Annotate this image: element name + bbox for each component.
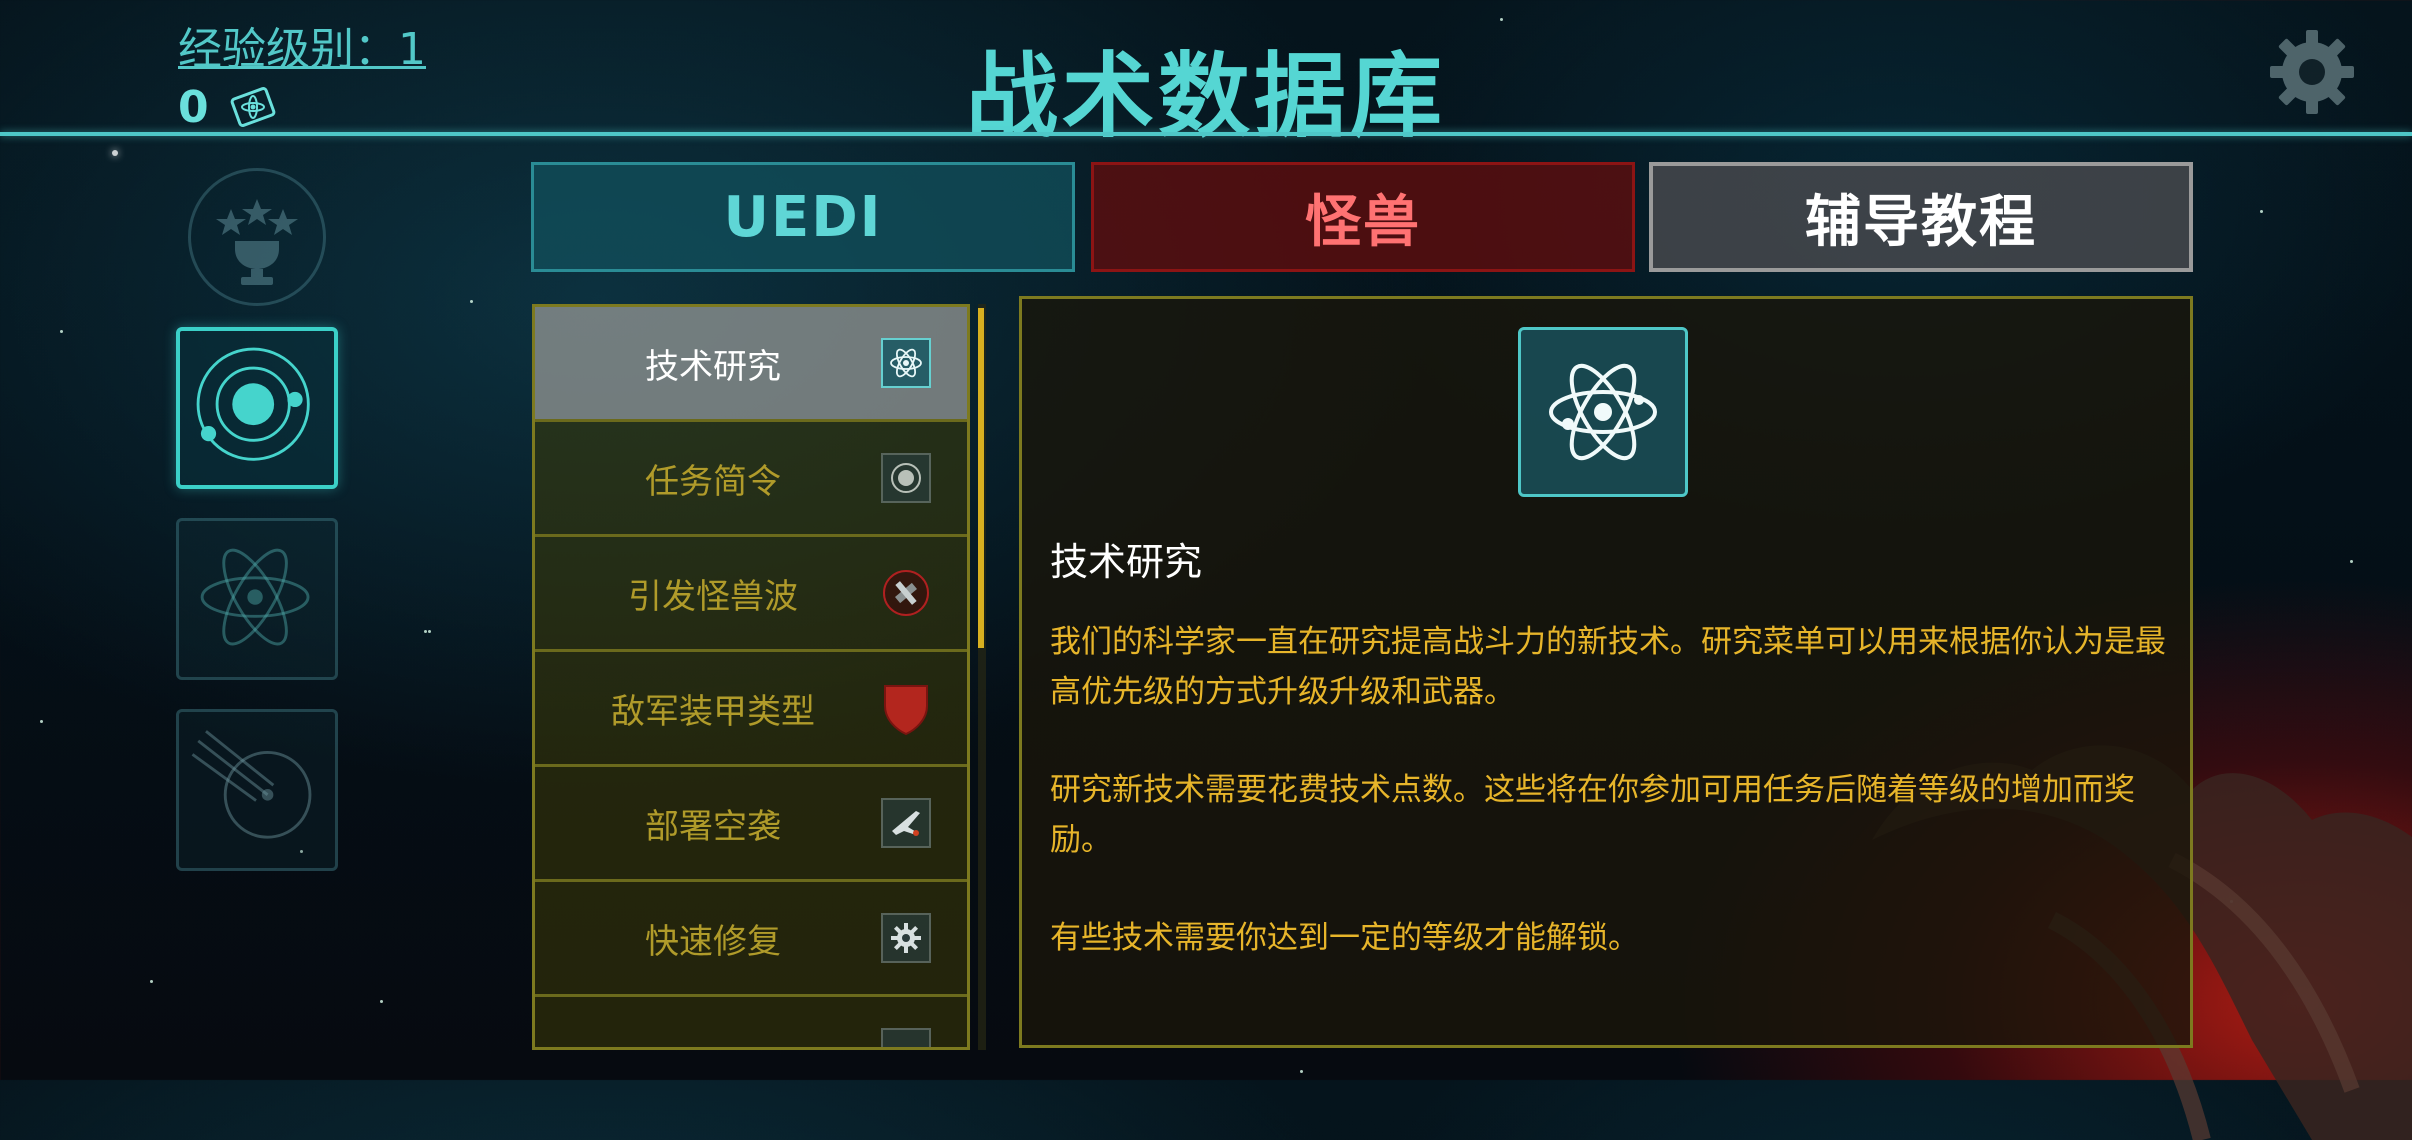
radar-sweep-icon (191, 730, 312, 839)
list-item-icon (881, 1028, 931, 1047)
detail-panel: 技术研究 我们的科学家一直在研究提高战斗力的新技术。研究菜单可以用来根据你认为是… (1019, 296, 2193, 1048)
atom-icon (200, 548, 310, 646)
atom-icon (881, 338, 931, 388)
list-item-tech-research[interactable]: 技术研究 (535, 307, 967, 422)
atom-icon (1518, 327, 1688, 497)
detail-paragraph: 我们的科学家一直在研究提高战斗力的新技术。研究菜单可以用来根据你认为是最高优先级… (1050, 624, 2166, 710)
shield-icon (881, 683, 931, 736)
achievements-button[interactable] (188, 168, 326, 306)
header-divider (0, 132, 2412, 136)
detail-title: 技术研究 (1050, 540, 1203, 584)
list-item-label: 任务简令 (645, 461, 781, 502)
research-nav-button[interactable] (176, 518, 338, 680)
list-item-label: 敌军装甲类型 (611, 691, 815, 732)
list-item-label: 技术研究 (645, 346, 781, 387)
list-item-label: 引发怪兽波 (628, 576, 798, 617)
trophy-icon (216, 199, 298, 285)
orbit-icon (196, 347, 310, 461)
tab-uedi[interactable]: UEDI (531, 162, 1075, 272)
detail-paragraph: 研究新技术需要花费技术点数。这些将在你参加可用任务后随着等级的增加而奖励。 (1050, 772, 2135, 858)
tech-database-nav-button[interactable] (176, 327, 338, 489)
detail-paragraph: 有些技术需要你达到一定的等级才能解锁。 (1050, 920, 1639, 956)
satellite-icon (881, 568, 931, 618)
list-item-label: 快速修复 (645, 921, 781, 962)
list-item-deploy-airstrike[interactable]: 部署空袭 (535, 767, 967, 882)
missions-nav-button[interactable] (176, 709, 338, 871)
tab-tutorial[interactable]: 辅导教程 (1649, 162, 2193, 272)
list-item-enemy-armor-types[interactable]: 敌军装甲类型 (535, 652, 967, 767)
radar-icon (881, 453, 931, 503)
list-scrollbar-thumb[interactable] (978, 308, 984, 648)
list-item-trigger-kaiju-wave[interactable]: 引发怪兽波 (535, 537, 967, 652)
settings-gear-icon[interactable] (2262, 22, 2362, 122)
topic-list[interactable]: 技术研究 任务简令 引发怪兽波 敌军装甲类型 部署空袭 快速修复 (532, 304, 970, 1050)
gear-icon (881, 913, 931, 963)
list-item-quick-repair[interactable]: 快速修复 (535, 882, 967, 997)
tab-kaiju[interactable]: 怪兽 (1091, 162, 1635, 272)
list-item-mission-briefing[interactable]: 任务简令 (535, 422, 967, 537)
list-item-partial[interactable] (535, 997, 967, 1047)
jet-icon (881, 798, 931, 848)
list-item-label: 部署空袭 (645, 806, 781, 847)
